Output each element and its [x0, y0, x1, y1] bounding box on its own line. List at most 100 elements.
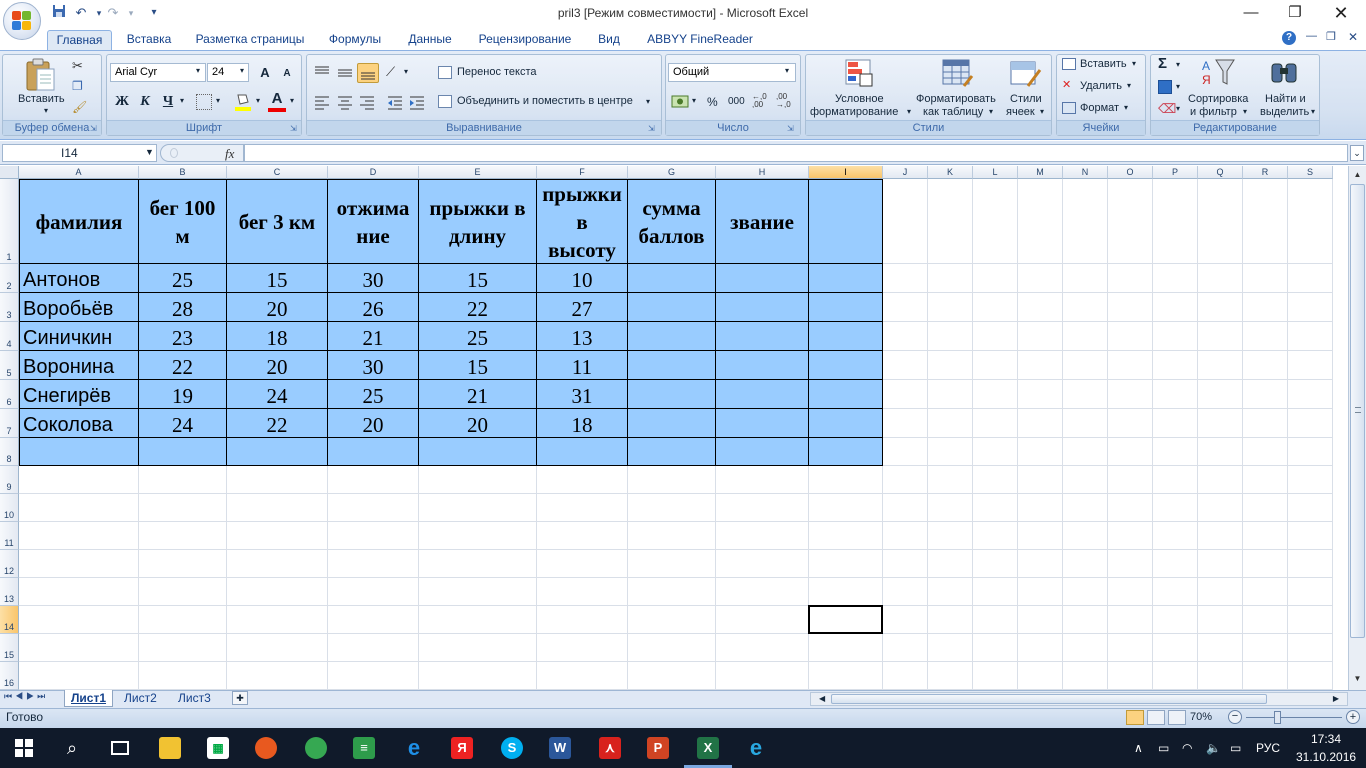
percent-button[interactable]: % [707, 95, 718, 109]
conditional-formatting-icon[interactable] [842, 56, 876, 90]
underline-button[interactable]: Ч [158, 92, 178, 110]
table-header-cell[interactable]: звание [716, 179, 809, 264]
table-header-cell[interactable]: прыжки в высоту [537, 179, 628, 264]
autosum-icon[interactable]: Σ [1158, 55, 1167, 72]
sheet-tab-3[interactable]: Лист3 [172, 690, 217, 707]
shrink-font-button[interactable]: A [277, 64, 297, 82]
column-header-b[interactable]: B [139, 166, 227, 179]
autosum-dropdown-icon[interactable]: ▾ [1176, 60, 1180, 69]
tab-data[interactable]: Данные [400, 30, 460, 50]
row-header-7[interactable]: 7 [0, 409, 19, 438]
merge-dropdown-icon[interactable]: ▾ [646, 97, 650, 106]
score-cell[interactable]: 11 [537, 351, 628, 380]
edge-icon[interactable]: e [390, 728, 438, 768]
score-cell[interactable] [628, 322, 716, 351]
scroll-right-icon[interactable]: ▶ [1333, 693, 1339, 705]
score-cell[interactable] [227, 438, 328, 466]
find-select-label-1[interactable]: Найти и [1265, 93, 1306, 105]
surname-cell[interactable] [19, 438, 139, 466]
italic-button[interactable]: К [135, 92, 155, 110]
score-cell[interactable]: 28 [139, 293, 227, 322]
align-right-icon[interactable] [357, 93, 377, 111]
table-header-cell[interactable]: бег 3 км [227, 179, 328, 264]
find-select-dropdown-icon[interactable]: ▾ [1311, 107, 1315, 116]
score-cell[interactable] [419, 438, 537, 466]
increase-decimal-icon[interactable]: ←,0,00 [752, 93, 774, 111]
copy-icon[interactable]: ❐ [72, 79, 83, 93]
formula-input[interactable] [244, 144, 1348, 162]
select-all-corner[interactable] [0, 166, 19, 179]
zoom-out-icon[interactable]: − [1228, 710, 1242, 724]
insert-function-icon[interactable]: fx [225, 146, 234, 162]
wrap-text-button[interactable]: Перенос текста [457, 66, 537, 78]
vertical-scrollbar[interactable]: ▲ ▼ [1348, 166, 1366, 690]
sort-filter-label-2[interactable]: и фильтр [1190, 106, 1237, 118]
score-cell[interactable]: 24 [139, 409, 227, 438]
score-cell[interactable] [809, 322, 883, 351]
format-as-table-dropdown-icon[interactable]: ▾ [989, 107, 993, 116]
row-header-10[interactable]: 10 [0, 494, 19, 522]
score-cell[interactable] [716, 322, 809, 351]
format-as-table-icon[interactable] [940, 56, 974, 90]
row-header-4[interactable]: 4 [0, 322, 19, 351]
row-header-13[interactable]: 13 [0, 578, 19, 606]
active-cell[interactable] [808, 605, 883, 634]
score-cell[interactable] [716, 409, 809, 438]
score-cell[interactable]: 20 [328, 409, 419, 438]
column-header-e[interactable]: E [419, 166, 537, 179]
font-color-dropdown-icon[interactable]: ▾ [290, 96, 294, 105]
table-header-cell[interactable]: сумма баллов [628, 179, 716, 264]
zoom-level[interactable]: 70% [1190, 711, 1212, 723]
cloud-app-icon[interactable] [292, 728, 340, 768]
sort-filter-icon[interactable]: АЯ [1200, 56, 1236, 90]
clear-dropdown-icon[interactable]: ▾ [1176, 104, 1180, 113]
clear-icon[interactable]: ⌫ [1158, 101, 1176, 117]
font-size-dropdown-icon[interactable]: ▾ [240, 66, 244, 75]
volume-icon[interactable]: 🔈 [1206, 728, 1221, 768]
score-cell[interactable]: 26 [328, 293, 419, 322]
score-cell[interactable]: 25 [139, 264, 227, 293]
table-header-cell[interactable] [809, 179, 883, 264]
font-launcher-icon[interactable]: ⇲ [290, 124, 297, 133]
score-cell[interactable] [716, 351, 809, 380]
search-icon[interactable]: ⌕ [48, 728, 96, 768]
tab-insert[interactable]: Вставка [118, 30, 180, 50]
scroll-up-icon[interactable]: ▲ [1350, 168, 1365, 182]
notes-app-icon[interactable]: ≡ [340, 728, 388, 768]
score-cell[interactable]: 21 [419, 380, 537, 409]
score-cell[interactable] [716, 264, 809, 293]
yandex-browser-icon[interactable]: Я [438, 728, 486, 768]
score-cell[interactable]: 18 [227, 322, 328, 351]
format-painter-icon[interactable]: 🖌 [72, 100, 87, 114]
align-top-icon[interactable] [312, 64, 332, 82]
scroll-down-icon[interactable]: ▼ [1350, 672, 1365, 686]
insert-sheet-icon[interactable]: ✚ [232, 691, 248, 705]
column-header-n[interactable]: N [1063, 166, 1108, 179]
score-cell[interactable]: 22 [139, 351, 227, 380]
language-indicator[interactable]: РУС [1256, 728, 1280, 768]
score-cell[interactable] [328, 438, 419, 466]
find-select-icon[interactable] [1268, 58, 1300, 88]
minimize-icon[interactable]: — [1228, 0, 1274, 28]
score-cell[interactable] [809, 293, 883, 322]
wifi-icon[interactable]: ◠ [1182, 728, 1192, 768]
row-header-1[interactable]: 1 [0, 179, 19, 264]
clipboard-launcher-icon[interactable]: ⇲ [90, 124, 97, 133]
show-hidden-icons-icon[interactable]: ∧ [1134, 728, 1143, 768]
column-header-h[interactable]: H [716, 166, 809, 179]
format-as-table-label-2[interactable]: как таблицу [923, 106, 983, 118]
ribbon-restore-icon[interactable]: ❐ [1326, 30, 1336, 43]
align-middle-icon[interactable] [335, 64, 355, 82]
sheet-tab-2[interactable]: Лист2 [118, 690, 163, 707]
delete-cells-dropdown-icon[interactable]: ▾ [1127, 81, 1131, 90]
borders-dropdown-icon[interactable]: ▾ [216, 96, 220, 105]
row-header-3[interactable]: 3 [0, 293, 19, 322]
score-cell[interactable]: 15 [227, 264, 328, 293]
row-header-15[interactable]: 15 [0, 634, 19, 662]
vertical-scroll-thumb[interactable] [1350, 184, 1365, 638]
number-format-combo[interactable]: Общий [668, 63, 796, 82]
score-cell[interactable] [809, 409, 883, 438]
score-cell[interactable] [716, 293, 809, 322]
sort-filter-dropdown-icon[interactable]: ▾ [1243, 107, 1247, 116]
skype-icon[interactable]: S [488, 728, 536, 768]
